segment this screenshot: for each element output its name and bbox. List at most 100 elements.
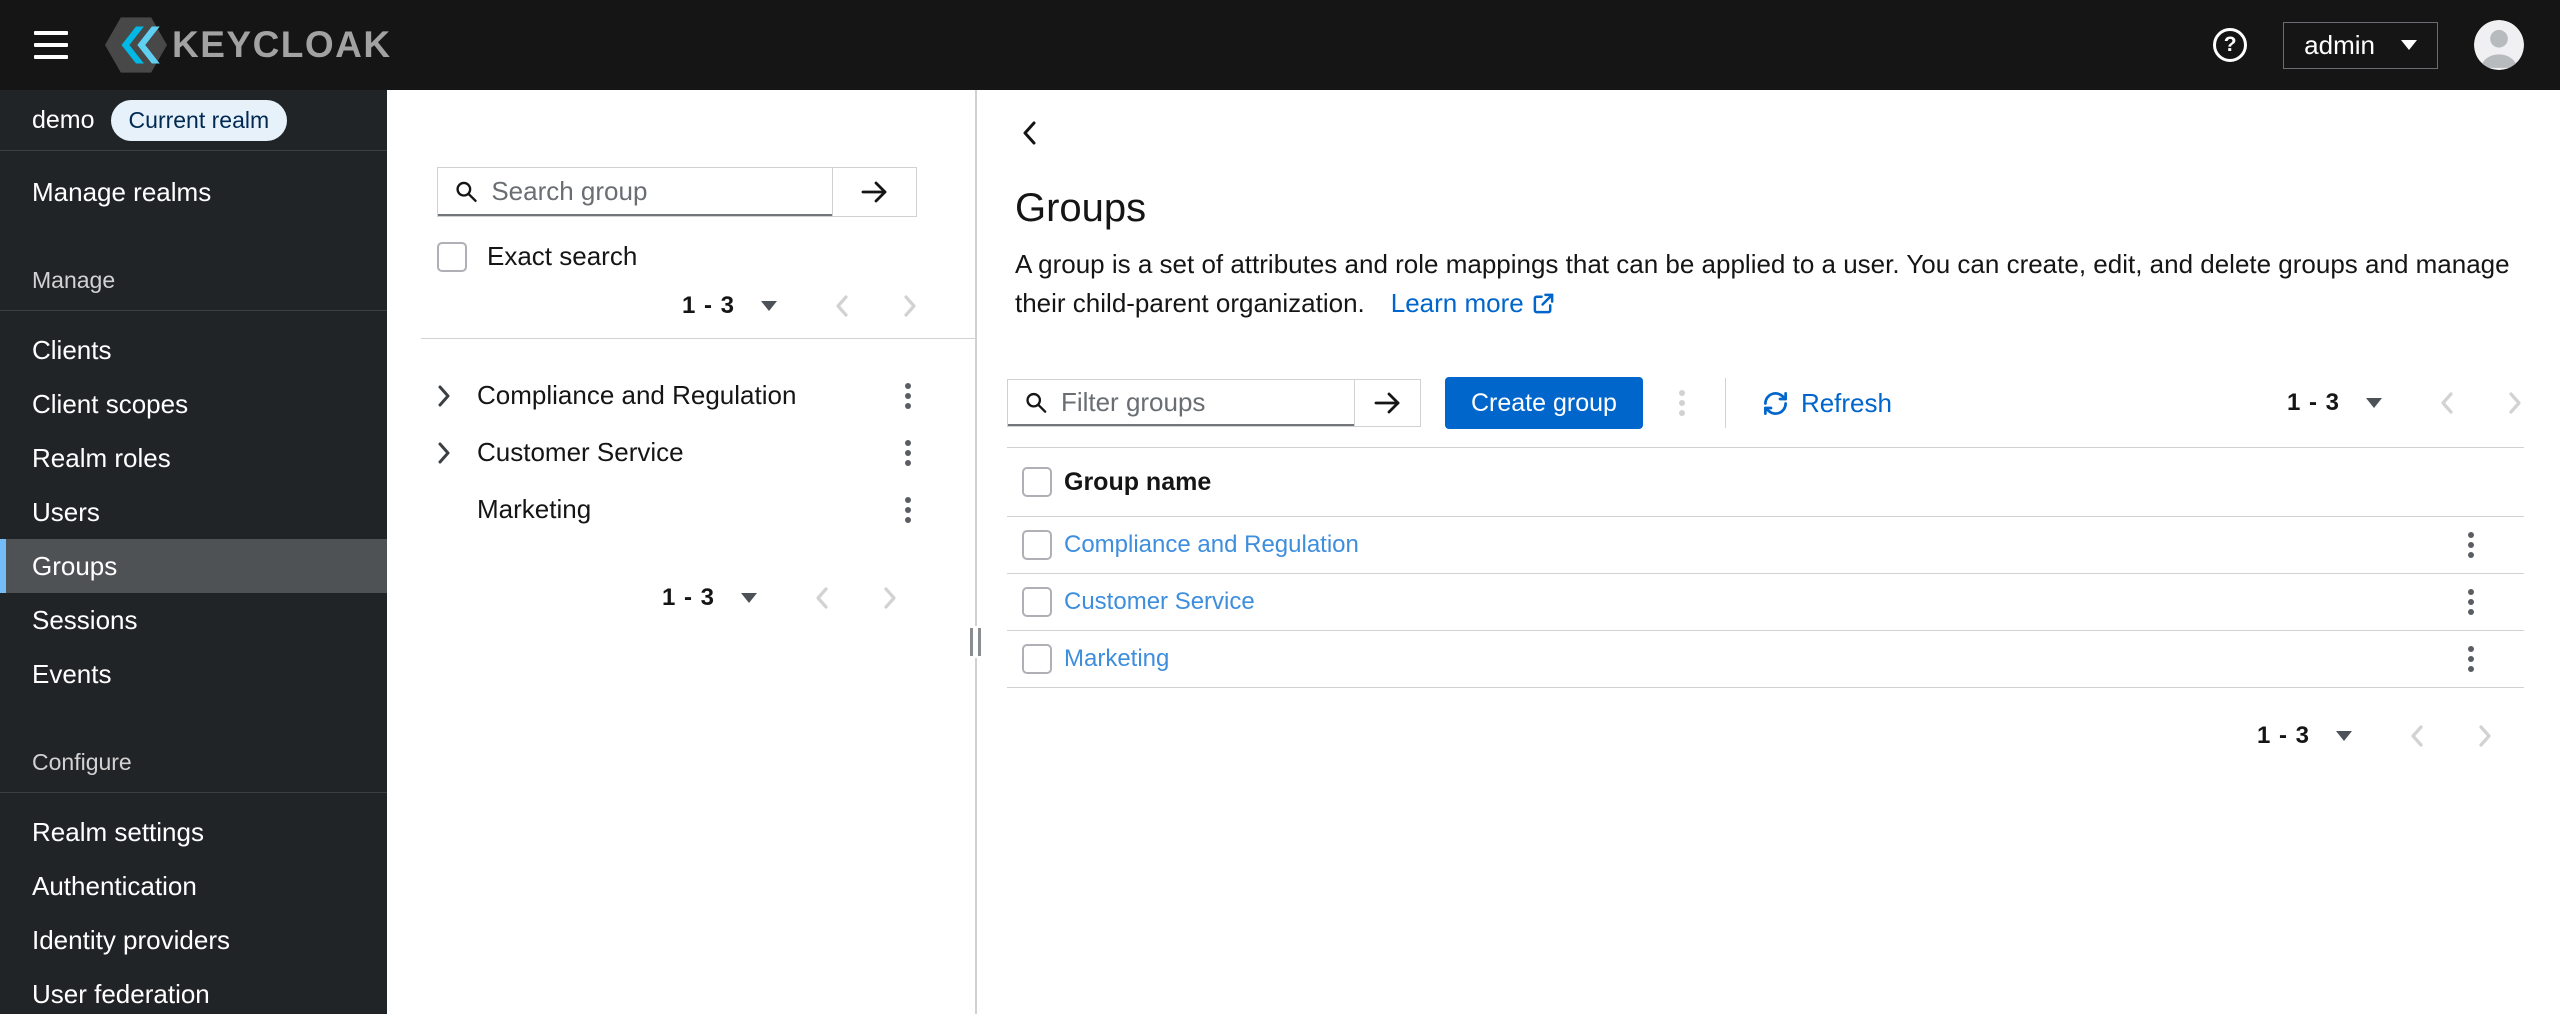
exact-search-checkbox[interactable] (437, 241, 467, 272)
section-label-manage: Manage (32, 267, 116, 293)
kebab-menu-button[interactable] (899, 377, 917, 415)
search-group-input[interactable] (491, 175, 816, 207)
kebab-menu-button[interactable] (899, 434, 917, 472)
caret-down-icon (761, 301, 777, 311)
row-kebab-menu-button[interactable] (2462, 640, 2480, 678)
tree-pagination-bottom: 1 - 3 (387, 584, 975, 612)
tree-item: Customer Service (387, 424, 975, 481)
chevron-right-icon (884, 587, 896, 609)
learn-more-link[interactable]: Learn more (1391, 288, 1555, 318)
sidebar-top-list: Manage realms (0, 165, 387, 219)
toolbar-kebab-menu-button[interactable] (1673, 384, 1691, 422)
sidebar-item-groups[interactable]: Groups (0, 539, 387, 593)
pagination-menu-toggle[interactable] (761, 301, 777, 311)
row-checkbox[interactable] (1022, 644, 1052, 674)
sidebar-item-realm-settings[interactable]: Realm settings (0, 805, 387, 859)
panel-resize-handle[interactable] (967, 626, 984, 658)
pagination-next-button[interactable] (903, 295, 917, 317)
table-pagination-top: 1 - 3 (2287, 389, 2524, 417)
chevron-left-icon (816, 587, 828, 609)
search-icon (1026, 392, 1047, 413)
tree-panel-divider (421, 338, 975, 339)
chevron-left-icon (836, 295, 848, 317)
create-group-button[interactable]: Create group (1445, 377, 1643, 429)
caret-down-icon (741, 593, 757, 603)
keycloak-logo[interactable]: KEYCLOAK (102, 16, 392, 74)
sidebar-section-manage: Manage Clients Client scopes Realm roles… (0, 219, 387, 701)
sidebar-item-users[interactable]: Users (0, 485, 387, 539)
collapse-panel-button[interactable] (1017, 116, 1041, 150)
group-search (437, 167, 917, 217)
pagination-prev-button[interactable] (2440, 392, 2454, 414)
row-checkbox[interactable] (1022, 587, 1052, 617)
sidebar-item-manage-realms[interactable]: Manage realms (0, 165, 387, 219)
caret-down-icon (2366, 398, 2382, 408)
tree-item-label[interactable]: Marketing (477, 494, 591, 525)
search-group-submit-button[interactable] (832, 168, 916, 216)
row-checkbox[interactable] (1022, 530, 1052, 560)
pagination-next-button[interactable] (883, 587, 897, 609)
filter-groups-submit-button[interactable] (1354, 380, 1420, 426)
sidebar-item-user-federation[interactable]: User federation (0, 967, 387, 1014)
sidebar-item-events[interactable]: Events (0, 647, 387, 701)
refresh-icon (1763, 391, 1787, 415)
sidebar-item-authentication[interactable]: Authentication (0, 859, 387, 913)
tree-expand-toggle[interactable] (437, 385, 469, 407)
sidebar-item-client-scopes[interactable]: Client scopes (0, 377, 387, 431)
tree-item-label[interactable]: Customer Service (477, 437, 684, 468)
pagination-prev-button[interactable] (815, 587, 829, 609)
masthead: KEYCLOAK ? admin (0, 0, 2560, 90)
sidebar-section-configure: Configure Realm settings Authentication … (0, 701, 387, 1014)
app-shell: demo Current realm Manage realms Manage … (0, 90, 2560, 1014)
tree-item: Marketing (387, 481, 975, 538)
pagination-menu-toggle[interactable] (741, 593, 757, 603)
sidebar-item-identity-providers[interactable]: Identity providers (0, 913, 387, 967)
pagination-menu-toggle[interactable] (2366, 398, 2382, 408)
hamburger-icon (34, 31, 68, 35)
pagination-prev-button[interactable] (835, 295, 849, 317)
refresh-button[interactable]: Refresh (1762, 388, 1892, 419)
page-description: A group is a set of attributes and role … (1015, 245, 2524, 323)
angle-left-icon (1023, 121, 1036, 145)
panel-divider (967, 90, 984, 1014)
exact-search-option: Exact search (437, 241, 917, 272)
global-nav-toggle-button[interactable] (34, 31, 68, 59)
search-icon (456, 181, 477, 203)
user-menu-dropdown[interactable]: admin (2283, 21, 2438, 69)
sidebar-item-clients[interactable]: Clients (0, 323, 387, 377)
filter-groups-input[interactable] (1060, 386, 1338, 418)
sidebar-item-realm-roles[interactable]: Realm roles (0, 431, 387, 485)
pagination-next-button[interactable] (2478, 725, 2492, 747)
column-header-group-name: Group name (1064, 467, 1212, 496)
group-link[interactable]: Marketing (1064, 645, 1169, 673)
page-title: Groups (1015, 186, 1147, 230)
masthead-actions: ? admin (2213, 20, 2524, 70)
group-link[interactable]: Compliance and Regulation (1064, 531, 1359, 559)
row-kebab-menu-button[interactable] (2462, 583, 2480, 621)
realm-name: demo (32, 105, 95, 134)
table-pagination-bottom: 1 - 3 (1007, 722, 2524, 750)
select-all-checkbox[interactable] (1022, 467, 1052, 497)
groups-tree-panel: Exact search 1 - 3 Com (387, 90, 975, 1014)
user-menu-label: admin (2304, 29, 2375, 60)
kebab-menu-button[interactable] (899, 491, 917, 529)
groups-main-section: Groups A group is a set of attributes an… (977, 90, 2560, 1014)
pagination-menu-toggle[interactable] (2336, 731, 2352, 741)
description-text: A group is a set of attributes and role … (1015, 249, 2510, 318)
group-link[interactable]: Customer Service (1064, 588, 1255, 616)
tree-expand-toggle[interactable] (437, 442, 469, 464)
realm-switcher[interactable]: demo Current realm (0, 90, 387, 151)
toolbar-divider (1724, 378, 1726, 428)
sidebar-nav: demo Current realm Manage realms Manage … (0, 90, 387, 1014)
pagination-next-button[interactable] (2508, 392, 2522, 414)
pagination-range: 1 - 3 (2256, 722, 2310, 749)
sidebar-item-sessions[interactable]: Sessions (0, 593, 387, 647)
tree-item-label[interactable]: Compliance and Regulation (477, 380, 796, 411)
angle-right-icon (438, 385, 450, 406)
row-kebab-menu-button[interactable] (2462, 526, 2480, 564)
hamburger-icon (34, 55, 68, 59)
external-link-icon (1533, 293, 1554, 314)
help-button[interactable]: ? (2213, 28, 2248, 62)
avatar[interactable] (2474, 20, 2524, 70)
pagination-prev-button[interactable] (2410, 725, 2424, 747)
